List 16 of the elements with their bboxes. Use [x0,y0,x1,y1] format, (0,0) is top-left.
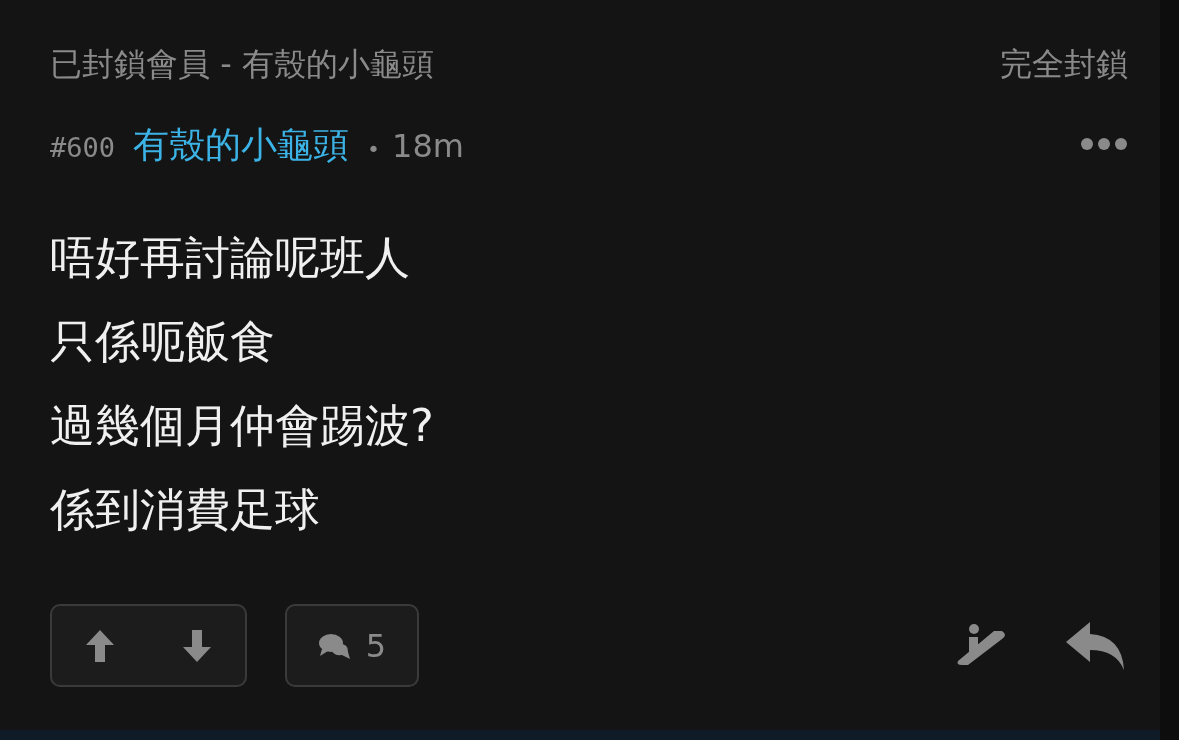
author-link[interactable]: 有殼的小龜頭 [133,118,350,172]
block-completely-link[interactable]: 完全封鎖 [1000,40,1128,88]
post-time: 18m [392,126,464,167]
more-options-icon[interactable] [1080,137,1128,151]
downvote-icon[interactable] [181,629,212,662]
post-text-line: 過幾個月仲會踢波? [50,398,435,454]
post-text-line: 唔好再討論呢班人 [50,230,411,286]
post-number: #600 [50,131,116,165]
comments-button[interactable]: 5 [285,604,419,687]
post-text-line: 只係呃飯食 [50,314,276,370]
blocked-member-label: 已封鎖會員 - 有殼的小龜頭 [50,44,434,85]
reply-icon[interactable] [1066,621,1124,670]
speech-bubbles-icon [317,631,350,660]
separator-dot: • [367,136,380,164]
upvote-icon[interactable] [85,629,116,662]
post-text-line: 係到消費足球 [50,482,321,538]
